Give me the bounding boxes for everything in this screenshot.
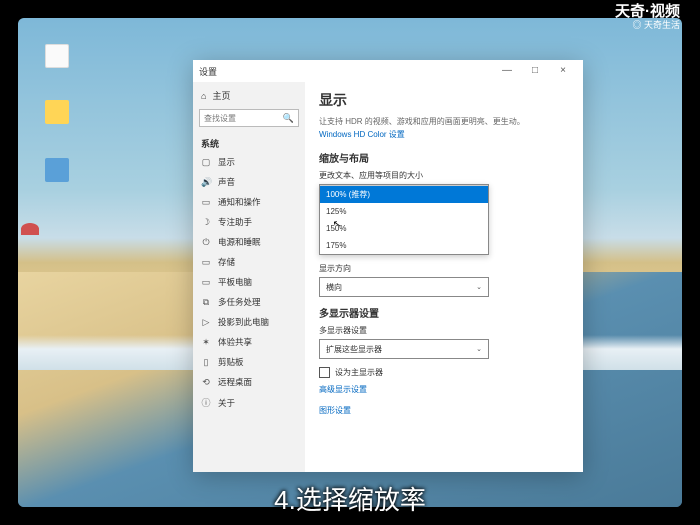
desktop-wallpaper: 设置 — □ × ⌂ 主页 查找设置 🔍 系统 ▢显示🔊声音▭通知和操作☽专注: [18, 18, 682, 507]
orientation-dropdown[interactable]: 横向 ⌄: [319, 277, 489, 297]
section-multi: 多显示器设置: [319, 305, 569, 320]
minimize-button[interactable]: —: [493, 60, 521, 82]
scale-option-150%[interactable]: 150%: [320, 220, 488, 237]
section-scale: 缩放与布局: [319, 150, 569, 165]
nav-icon: ☽: [201, 217, 211, 228]
scale-label: 更改文本、应用等项目的大小: [319, 170, 569, 181]
chevron-down-icon: ⌄: [476, 283, 482, 291]
nav-icon: ⓘ: [201, 396, 211, 409]
nav-icon: ⏻: [201, 237, 211, 248]
home-icon: ⌂: [201, 91, 206, 101]
sidebar-item-12[interactable]: ⓘ关于: [193, 392, 305, 413]
search-input[interactable]: 查找设置 🔍: [199, 109, 299, 127]
nav-icon: ✶: [201, 337, 211, 348]
watermark: 天奇·视频 ◎ 天奇生活: [615, 4, 680, 30]
nav-icon: ▢: [201, 157, 211, 168]
hdr-desc: 让支持 HDR 的视频、游戏和应用的画面更明亮、更生动。: [319, 116, 569, 127]
window-title: 设置: [199, 65, 493, 78]
desktop-icon-folder[interactable]: [42, 100, 72, 126]
video-caption: 4.选择缩放率: [0, 480, 700, 517]
home-button[interactable]: ⌂ 主页: [193, 86, 305, 105]
advanced-link[interactable]: 高级显示设置: [319, 384, 569, 395]
page-title: 显示: [319, 90, 569, 110]
hdr-link[interactable]: Windows HD Color 设置: [319, 129, 569, 140]
sidebar-item-5[interactable]: ▭存储: [193, 252, 305, 272]
maximize-button[interactable]: □: [521, 60, 549, 82]
content-pane: 显示 让支持 HDR 的视频、游戏和应用的画面更明亮、更生动。 Windows …: [305, 82, 583, 472]
close-button[interactable]: ×: [549, 60, 577, 82]
chevron-down-icon: ⌄: [476, 345, 482, 353]
sidebar-item-6[interactable]: ▭平板电脑: [193, 272, 305, 292]
nav-icon: ▷: [201, 317, 211, 328]
settings-window: 设置 — □ × ⌂ 主页 查找设置 🔍 系统 ▢显示🔊声音▭通知和操作☽专注: [193, 60, 583, 472]
scale-option-100% (推荐)[interactable]: 100% (推荐): [320, 186, 488, 203]
nav-icon: 🔊: [201, 177, 211, 188]
nav-icon: ▭: [201, 277, 211, 288]
sidebar-item-4[interactable]: ⏻电源和睡眠: [193, 232, 305, 252]
sidebar: ⌂ 主页 查找设置 🔍 系统 ▢显示🔊声音▭通知和操作☽专注助手⏻电源和睡眠▭存…: [193, 82, 305, 472]
primary-checkbox[interactable]: 设为主显示器: [319, 367, 569, 378]
graphics-link[interactable]: 图形设置: [319, 405, 569, 416]
sidebar-group: 系统: [193, 131, 305, 152]
search-icon: 🔍: [283, 113, 294, 124]
scale-option-175%[interactable]: 175%: [320, 237, 488, 254]
scale-option-125%[interactable]: 125%: [320, 203, 488, 220]
nav-icon: ▭: [201, 197, 211, 208]
multi-dropdown[interactable]: 扩展这些显示器 ⌄: [319, 339, 489, 359]
scale-dropdown[interactable]: 100% (推荐)125%150%175%: [319, 184, 489, 255]
desktop-icon-app[interactable]: [42, 158, 72, 184]
sidebar-item-0[interactable]: ▢显示: [193, 152, 305, 172]
sidebar-item-11[interactable]: ⟲远程桌面: [193, 372, 305, 392]
titlebar: 设置 — □ ×: [193, 60, 583, 82]
nav-icon: ▭: [201, 257, 211, 268]
sidebar-item-10[interactable]: ▯剪贴板: [193, 352, 305, 372]
checkbox-icon: [319, 367, 330, 378]
nav-icon: ⧉: [201, 297, 211, 308]
sidebar-item-7[interactable]: ⧉多任务处理: [193, 292, 305, 312]
orient-label: 显示方向: [319, 263, 569, 274]
sidebar-item-9[interactable]: ✶体验共享: [193, 332, 305, 352]
sidebar-item-3[interactable]: ☽专注助手: [193, 212, 305, 232]
sidebar-item-1[interactable]: 🔊声音: [193, 172, 305, 192]
sidebar-item-2[interactable]: ▭通知和操作: [193, 192, 305, 212]
multi-label: 多显示器设置: [319, 325, 569, 336]
desktop-icon-file[interactable]: [42, 44, 72, 70]
sidebar-item-8[interactable]: ▷投影到此电脑: [193, 312, 305, 332]
nav-icon: ▯: [201, 357, 211, 368]
nav-icon: ⟲: [201, 377, 211, 388]
